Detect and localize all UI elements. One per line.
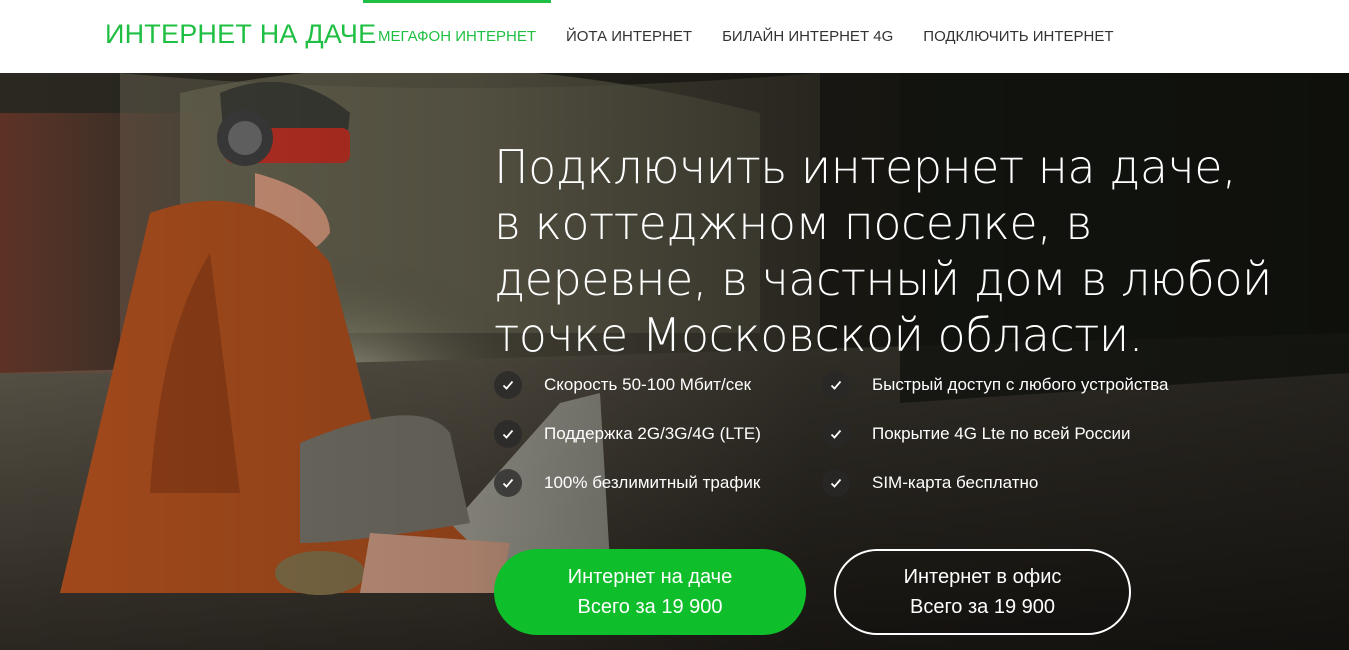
check-icon xyxy=(494,371,522,399)
feature-item: Скорость 50-100 Мбит/сек xyxy=(494,371,751,399)
feature-item: 100% безлимитный трафик xyxy=(494,469,760,497)
hero-section: Подключить интернет на даче, в коттеджно… xyxy=(0,73,1349,650)
feature-label: Быстрый доступ с любого устройства xyxy=(872,375,1169,394)
feature-label: Скорость 50-100 Мбит/сек xyxy=(544,375,752,394)
check-icon xyxy=(822,371,850,399)
button-line-title: Интернет на даче xyxy=(567,566,733,588)
check-icon xyxy=(494,420,522,448)
hero-headline: Подключить интернет на даче, в коттеджно… xyxy=(494,140,1272,362)
feature-item: SIM-карта бесплатно xyxy=(822,469,1038,497)
check-icon xyxy=(822,469,850,497)
feature-item: Покрытие 4G Lte по всей России xyxy=(822,420,1130,448)
dacha-internet-button[interactable]: Интернет на даче Всего за 19 900 xyxy=(494,549,806,635)
nav-item-megafon[interactable]: МЕГАФОН ИНТЕРНЕТ xyxy=(363,0,551,73)
nav-item-yota[interactable]: ЙОТА ИНТЕРНЕТ xyxy=(551,0,707,73)
button-line-price: Всего за 19 900 xyxy=(577,596,723,618)
site-logo[interactable]: ИНТЕРНЕТ НА ДАЧЕ xyxy=(105,19,376,50)
button-line-title: Интернет в офис xyxy=(903,566,1062,588)
main-nav: МЕГАФОН ИНТЕРНЕТ ЙОТА ИНТЕРНЕТ БИЛАЙН ИН… xyxy=(363,0,1129,73)
top-navigation-bar: ИНТЕРНЕТ НА ДАЧЕ МЕГАФОН ИНТЕРНЕТ ЙОТА И… xyxy=(0,0,1349,73)
nav-item-beeline[interactable]: БИЛАЙН ИНТЕРНЕТ 4G xyxy=(707,0,908,73)
feature-label: 100% безлимитный трафик xyxy=(544,473,761,492)
check-icon xyxy=(822,420,850,448)
feature-label: Поддержка 2G/3G/4G (LTE) xyxy=(544,424,761,443)
feature-label: Покрытие 4G Lte по всей России xyxy=(872,424,1131,443)
button-line-price: Всего за 19 900 xyxy=(909,596,1056,618)
office-internet-button[interactable]: Интернет в офис Всего за 19 900 xyxy=(834,549,1131,635)
check-icon xyxy=(494,469,522,497)
nav-item-connect[interactable]: ПОДКЛЮЧИТЬ ИНТЕРНЕТ xyxy=(908,0,1128,73)
feature-item: Быстрый доступ с любого устройства xyxy=(822,371,1169,399)
feature-item: Поддержка 2G/3G/4G (LTE) xyxy=(494,420,761,448)
feature-label: SIM-карта бесплатно xyxy=(872,473,1039,492)
